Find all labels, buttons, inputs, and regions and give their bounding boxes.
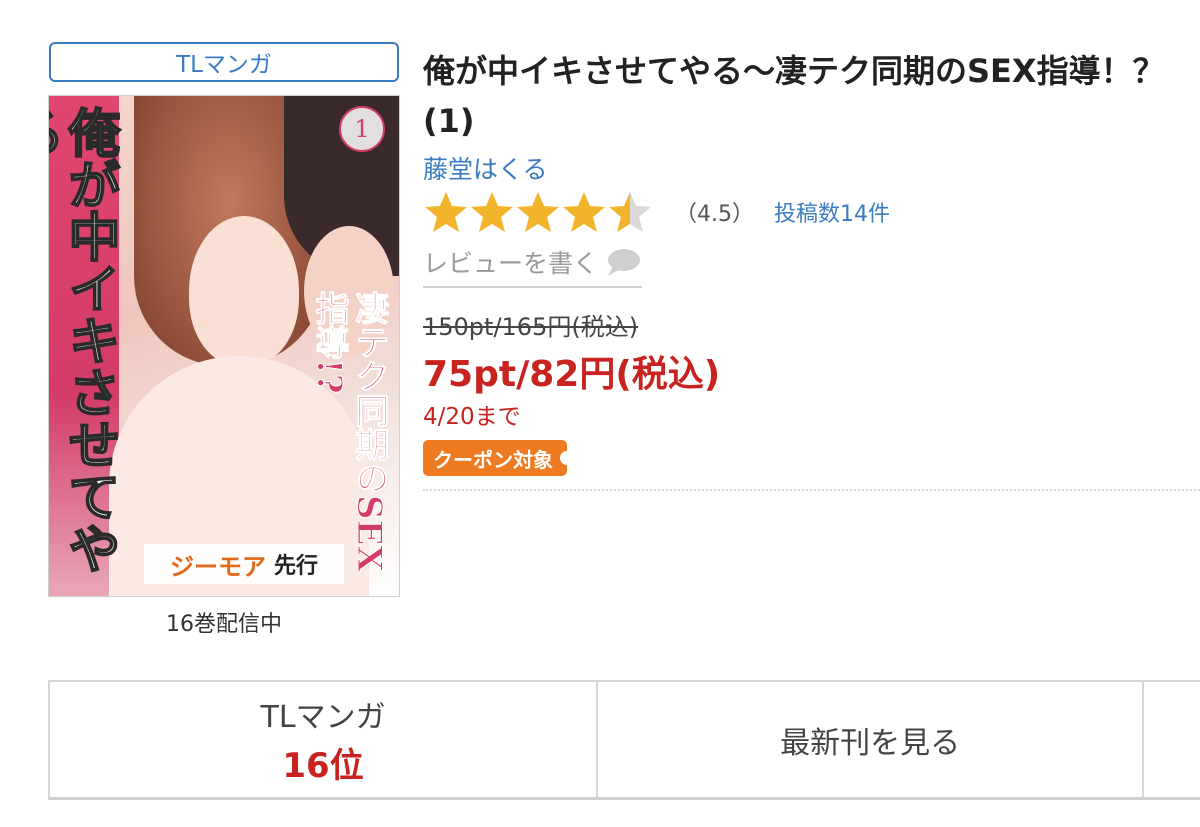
coupon-badge-label: クーポン対象 (433, 447, 553, 472)
cover-woman-face (189, 216, 299, 366)
more-button[interactable] (1144, 682, 1200, 797)
latest-volume-button[interactable]: 最新刊を見る (598, 682, 1145, 797)
cover-label-suffix: 先行 (273, 554, 318, 579)
cover-title-text: 俺が中イキさせてやる (49, 105, 121, 575)
rating-row: （4.5） 投稿数14件 (423, 192, 890, 232)
book-cover-image[interactable]: 俺が中イキさせてやる 凄テク同期のSEX指導!? 1 ジーモア 先行 (48, 95, 400, 597)
speech-bubble-icon (608, 249, 641, 276)
sale-price: 75pt/82円(税込) (423, 354, 721, 395)
sale-end-date: 4/20まで (423, 404, 521, 430)
ranking-button[interactable]: TLマンガ 16位 (50, 682, 599, 797)
rating-score: （4.5） (675, 202, 754, 227)
category-tag[interactable]: TLマンガ (49, 42, 399, 82)
coupon-badge[interactable]: クーポン対象 (423, 440, 574, 476)
bottom-action-bar: TLマンガ 16位 最新刊を見る (48, 680, 1200, 800)
review-count-link[interactable]: 投稿数14件 (774, 196, 890, 228)
original-price: 150pt/165円(税込) (423, 313, 639, 341)
cover-label-brand: ジーモア (169, 552, 266, 581)
book-title: 俺が中イキさせてやる〜凄テク同期のSEX指導！？(1) (423, 52, 1165, 140)
ranking-category-label: TLマンガ (260, 700, 386, 735)
latest-volume-label: 最新刊を見る (780, 725, 961, 761)
cover-publisher-label: ジーモア 先行 (144, 544, 344, 584)
star-icon (425, 192, 467, 232)
write-review-label: レビューを書く (423, 249, 599, 278)
star-icon (471, 192, 513, 232)
star-icon (563, 192, 605, 232)
author-link[interactable]: 藤堂はくる (423, 150, 548, 186)
cover-volume-badge: 1 (339, 106, 385, 152)
star-rating (423, 190, 653, 234)
star-icon (609, 192, 651, 232)
star-icon (517, 192, 559, 232)
write-review-link[interactable]: レビューを書く (423, 244, 643, 288)
ranking-position: 16位 (282, 746, 364, 786)
volumes-available-note: 16巻配信中 (166, 612, 282, 637)
divider (423, 489, 1200, 491)
